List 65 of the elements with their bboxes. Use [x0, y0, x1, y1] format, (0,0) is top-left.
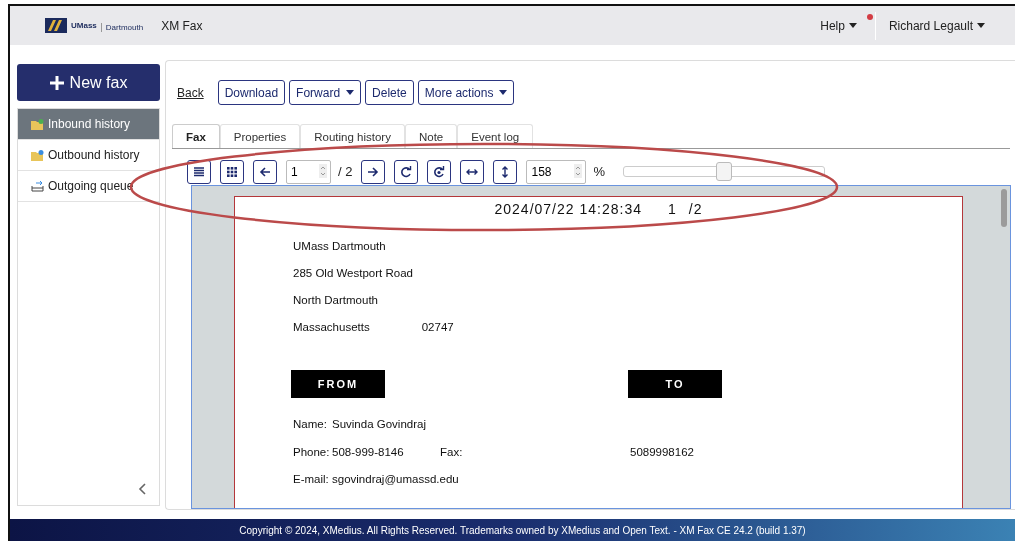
scrollbar-thumb[interactable]: [1001, 189, 1007, 228]
folder-icon: [31, 118, 44, 130]
arrow-right-button[interactable]: [361, 159, 386, 184]
user-menu[interactable]: Richard Legault: [888, 18, 985, 33]
to-banner: TO: [628, 370, 722, 399]
collapse-chevron-icon[interactable]: [138, 483, 146, 496]
fax-page-number: 1: [668, 201, 677, 220]
arrow-right-icon: [367, 165, 380, 178]
rotate-icon: [433, 165, 446, 178]
fax-page-total: /2: [688, 201, 703, 220]
address-line: 285 Old Westport Road: [293, 266, 413, 282]
field-label: Fax:: [440, 445, 464, 458]
spinner-icon[interactable]: [574, 163, 583, 178]
from-banner: FROM: [291, 370, 385, 399]
field-value: sgovindraj@umassd.edu: [332, 473, 460, 486]
plus-icon: [49, 75, 64, 90]
folder-icon: [31, 149, 44, 161]
tab[interactable]: Fax: [172, 124, 220, 149]
horizontal-arrows-button[interactable]: [460, 159, 485, 184]
back-link[interactable]: Back: [177, 85, 204, 100]
new-fax-button[interactable]: New fax: [17, 64, 160, 102]
caret-icon: [977, 23, 985, 29]
field-value: 5089998162: [630, 445, 695, 458]
action-button[interactable]: Download: [217, 80, 286, 106]
zoom-field[interactable]: 158: [526, 159, 587, 184]
list-icon: [193, 165, 205, 178]
arrow-left-icon: [259, 165, 271, 178]
rotate-button[interactable]: [394, 159, 419, 184]
vertical-arrows-button[interactable]: [493, 159, 518, 184]
logo-icon: [45, 18, 67, 34]
copyright-text: Copyright © 2024, XMedius. All Rights Reserved. Trademarks owned by XMedius and Open Text. - XM Fax CE 24.2 (build 1.37): [238, 524, 806, 536]
action-button[interactable]: More actions: [417, 80, 515, 106]
logo-subtext: Dartmouth: [100, 22, 144, 32]
action-button[interactable]: Forward: [289, 80, 362, 106]
page-field[interactable]: 1: [286, 159, 331, 184]
rotate-button[interactable]: [427, 159, 452, 184]
tab[interactable]: Properties: [219, 124, 301, 149]
action-button[interactable]: Delete: [365, 80, 414, 106]
help-menu[interactable]: Help: [820, 18, 865, 33]
page-total: / 2: [338, 164, 353, 180]
sidebar-item[interactable]: Inbound history: [18, 109, 159, 141]
slider-thumb[interactable]: [716, 162, 733, 182]
address-state: Massachusetts: [293, 320, 370, 336]
fax-timestamp: 2024/07/22 14:28:34: [494, 201, 642, 220]
field-value: Suvinda Govindraj: [332, 418, 427, 431]
tab[interactable]: Routing history: [300, 124, 405, 149]
caret-icon: [848, 23, 857, 29]
field-value: 508-999-8146: [332, 445, 405, 458]
grid-button[interactable]: [220, 159, 244, 184]
percent-sign: %: [593, 164, 606, 180]
app-title: XM Fax: [161, 18, 203, 33]
address-zip: 02747: [421, 320, 454, 336]
tray-icon: [31, 180, 44, 192]
spinner-icon[interactable]: [319, 163, 327, 178]
list-button[interactable]: [187, 159, 211, 184]
field-label: E-mail:: [293, 473, 330, 486]
address-line: North Dartmouth: [293, 293, 378, 309]
address-line: UMass Dartmouth: [293, 239, 386, 255]
field-label: Phone:: [293, 445, 331, 458]
rotate-icon: [400, 165, 413, 178]
arrow-left-button[interactable]: [253, 159, 277, 184]
field-label: Name:: [293, 418, 328, 431]
logo-text: UMass: [71, 21, 97, 31]
grid-icon: [226, 165, 238, 178]
tab[interactable]: Event log: [457, 124, 534, 149]
